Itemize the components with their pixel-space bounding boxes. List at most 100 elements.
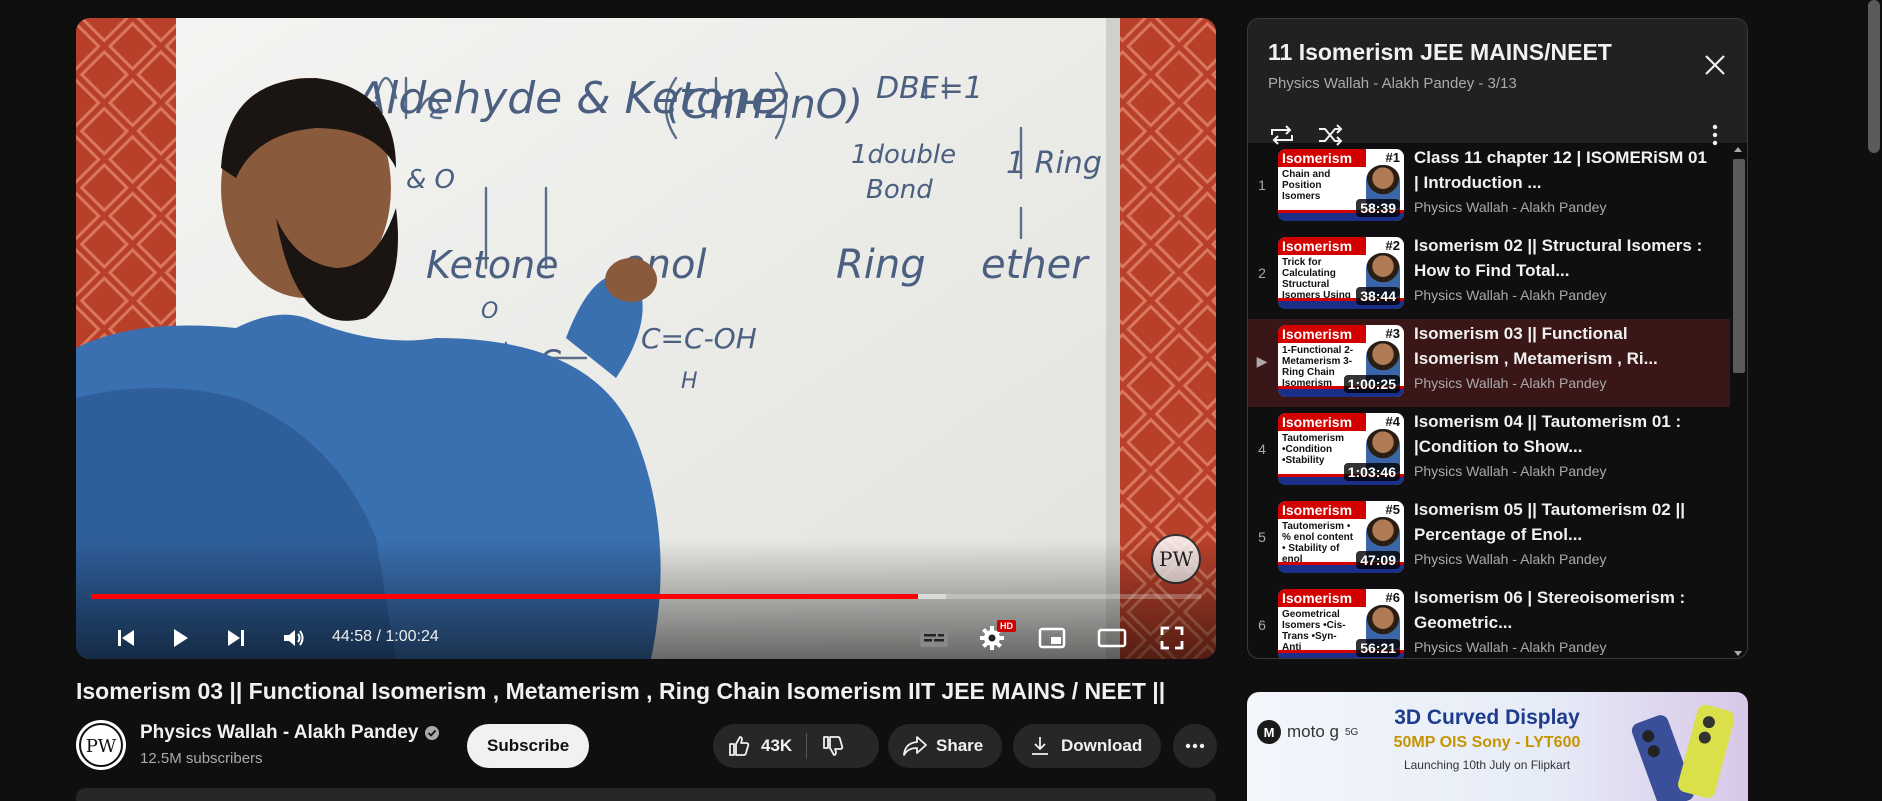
playlist-item-title[interactable]: Isomerism 02 || Structural Isomers : How… [1414,233,1714,283]
share-button[interactable]: Share [888,724,1002,768]
fullscreen-button[interactable] [1152,618,1192,658]
svg-text:DBE=1: DBE=1 [876,71,983,106]
playlist-close-button[interactable] [1697,47,1733,83]
skip-next-icon [228,630,244,646]
skip-previous-button[interactable] [106,618,146,658]
playlist-item-text: Isomerism 05 || Tautomerism 02 || Percen… [1414,497,1714,567]
svg-text:1 Ring: 1 Ring [1006,146,1102,181]
playlist-item-channel: Physics Wallah - Alakh Pandey [1414,639,1607,655]
thumbnail-heading: Isomerism [1278,589,1367,607]
play-icon [174,629,188,647]
playlist-item[interactable]: 4 Isomerism #4 Tautomerism •Condition •Stab… [1248,407,1730,495]
skip-previous-icon [118,630,134,646]
download-label: Download [1061,736,1143,755]
verified-icon [425,726,440,740]
playlist-item[interactable]: 1 Isomerism #1 Chain and Position Isomers 58… [1248,143,1730,231]
playlist-item-title[interactable]: Class 11 chapter 12 | ISOMERiSM 01 | Int… [1414,145,1714,195]
settings-button[interactable]: HD [972,618,1016,658]
time-display: 44:58 / 1:00:24 [332,628,439,645]
download-icon [1032,737,1048,755]
thumbnail-number: #3 [1385,326,1400,341]
playlist-item-duration: 58:39 [1356,199,1400,217]
playlist-scrollbar-thumb[interactable] [1733,159,1745,373]
playlist-item-index: ▶ [1256,353,1268,369]
playlist-title[interactable]: 11 Isomerism JEE MAINS/NEET [1268,39,1612,66]
share-icon [903,736,927,756]
svg-text:ether: ether [981,242,1090,288]
thumbs-up-icon [729,736,750,756]
motorola-logo-icon: M [1257,720,1281,744]
playlist-item-channel: Physics Wallah - Alakh Pandey [1414,551,1607,567]
thumbnail-heading: Isomerism [1278,237,1367,255]
page-scrollbar[interactable] [1864,0,1882,801]
svg-text:Bond: Bond [866,175,933,205]
subtitles-button[interactable] [914,618,954,658]
thumbnail-text: Tautomerism • % enol content • Stability… [1282,521,1354,565]
like-button[interactable]: 43K [713,724,792,768]
playlist-item-title[interactable]: Isomerism 04 || Tautomerism 01 : |Condit… [1414,409,1714,459]
like-divider [806,733,808,759]
playlist-item[interactable]: 6 Isomerism #6 Geometrical Isomers •Cis-Tra… [1248,583,1730,658]
playlist-item-thumbnail[interactable]: Isomerism #1 Chain and Position Isomers 58:… [1278,149,1404,221]
svg-text:(CnH2nO): (CnH2nO) [666,82,863,128]
playlist-item-title[interactable]: Isomerism 05 || Tautomerism 02 || Percen… [1414,497,1714,547]
theater-icon [1097,628,1127,648]
thumbnail-number: #6 [1385,590,1400,605]
play-button[interactable] [160,618,200,658]
playlist-item-thumbnail[interactable]: Isomerism #4 Tautomerism •Condition •Stabi… [1278,413,1404,485]
playlist-item-thumbnail[interactable]: Isomerism #2 Trick for Calculating Structu… [1278,237,1404,309]
thumbnail-heading: Isomerism [1278,325,1367,343]
thumbnail-text: Tautomerism •Condition •Stability [1282,433,1345,466]
thumbnail-number: #1 [1385,150,1400,165]
volume-button[interactable] [274,618,314,658]
thumbnail-number: #2 [1385,238,1400,253]
subscribe-button[interactable]: Subscribe [467,724,590,768]
thumbnail-number: #5 [1385,502,1400,517]
playlist-item-duration: 1:03:46 [1343,463,1400,481]
theater-mode-button[interactable] [1092,618,1132,658]
video-title: Isomerism 03 || Functional Isomerism , M… [76,678,1166,704]
skip-next-button[interactable] [216,618,256,658]
download-button[interactable]: Download [1013,724,1161,768]
playlist-item-duration: 47:09 [1356,551,1400,569]
progress-bar[interactable] [91,594,1201,599]
miniplayer-icon [1038,627,1066,649]
thumbnail-heading: Isomerism [1278,501,1367,519]
playlist-item-text: Isomerism 06 | Stereoisomerism : Geometr… [1414,585,1714,655]
playlist-item-thumbnail[interactable]: Isomerism #3 1-Functional 2-Metamerism 3-R… [1278,325,1404,397]
playlist-scrollbar[interactable] [1729,143,1747,658]
owner-row: PW Physics Wallah - Alakh Pandey 12.5M s… [76,720,1217,770]
ad-brand-logo: M moto g 5G [1257,720,1358,744]
like-dislike-group: 43K [713,724,879,768]
svg-text:PW: PW [86,736,117,757]
hd-badge: HD [997,620,1016,632]
playlist-item-title[interactable]: Isomerism 03 || Functional Isomerism , M… [1414,321,1714,371]
description-box[interactable] [76,788,1216,801]
dislike-button[interactable] [821,734,845,758]
ad-banner[interactable]: M moto g 5G 3D Curved Display 50MP OIS S… [1247,692,1748,801]
scroll-down-arrow-icon[interactable] [1734,651,1742,656]
svg-text:H: H [681,369,698,394]
playlist-item-text: Isomerism 02 || Structural Isomers : How… [1414,233,1714,303]
playlist-panel: 11 Isomerism JEE MAINS/NEET Physics Wall… [1247,18,1748,659]
progress-played [91,594,918,599]
playlist-item-thumbnail[interactable]: Isomerism #6 Geometrical Isomers •Cis-Tran… [1278,589,1404,658]
miniplayer-button[interactable] [1032,618,1072,658]
playlist-item-channel: Physics Wallah - Alakh Pandey [1414,199,1607,215]
player-controls: 44:58 / 1:00:24 HD [76,618,1216,658]
page-scrollbar-thumb[interactable] [1868,0,1880,153]
playlist-item-index: 4 [1258,441,1266,457]
channel-avatar[interactable]: PW [76,720,126,770]
playlist-item[interactable]: 5 Isomerism #5 Tautomerism • % enol content… [1248,495,1730,583]
scroll-up-arrow-icon[interactable] [1734,147,1742,152]
playlist-item[interactable]: 2 Isomerism #2 Trick for Calculating Struct… [1248,231,1730,319]
video-player[interactable]: Aldehyde & Ketone (CnH2nO) DBE=1 1double… [76,18,1216,659]
thumbnail-text: Geometrical Isomers •Cis-Trans •Syn-Anti [1282,609,1346,653]
playlist-item-title[interactable]: Isomerism 06 | Stereoisomerism : Geometr… [1414,585,1714,635]
channel-name[interactable]: Physics Wallah - Alakh Pandey [140,722,418,744]
playlist-item-text: Class 11 chapter 12 | ISOMERiSM 01 | Int… [1414,145,1714,215]
playlist-item-thumbnail[interactable]: Isomerism #5 Tautomerism • % enol content … [1278,501,1404,573]
playlist-item[interactable]: ▶ Isomerism #3 1-Functional 2-Metamerism 3-… [1248,319,1730,407]
playlist-item-index: 2 [1258,265,1266,281]
more-actions-button[interactable] [1173,724,1217,768]
